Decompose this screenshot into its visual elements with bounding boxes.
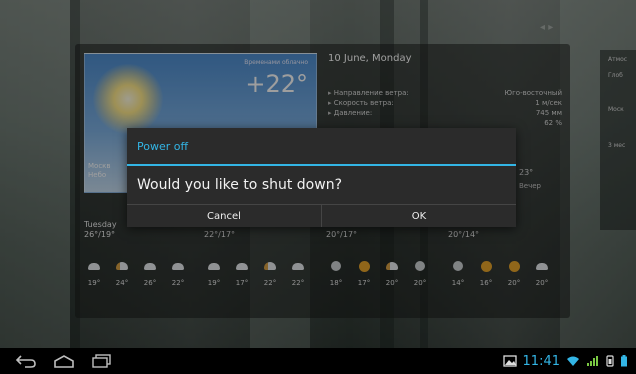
- system-bar: 11:41: [0, 348, 636, 374]
- dialog-title: Power off: [137, 140, 189, 153]
- dialog-title-divider: [127, 164, 516, 166]
- status-area[interactable]: 11:41: [502, 352, 628, 371]
- screenshot-icon: [502, 352, 517, 371]
- clock: 11:41: [522, 353, 560, 369]
- home-icon[interactable]: [50, 352, 78, 370]
- recent-apps-icon[interactable]: [88, 352, 116, 370]
- ok-button[interactable]: OK: [321, 205, 516, 227]
- battery-icon: [620, 352, 628, 371]
- back-icon[interactable]: [12, 352, 40, 370]
- cancel-button[interactable]: Cancel: [127, 205, 321, 227]
- dialog-message: Would you like to shut down?: [137, 177, 343, 193]
- data-activity-icon: [606, 352, 614, 371]
- power-off-dialog: Power off Would you like to shut down? C…: [127, 128, 516, 227]
- dialog-button-bar: Cancel OK: [127, 204, 516, 227]
- signal-icon: [586, 352, 600, 371]
- wifi-icon: [566, 352, 580, 371]
